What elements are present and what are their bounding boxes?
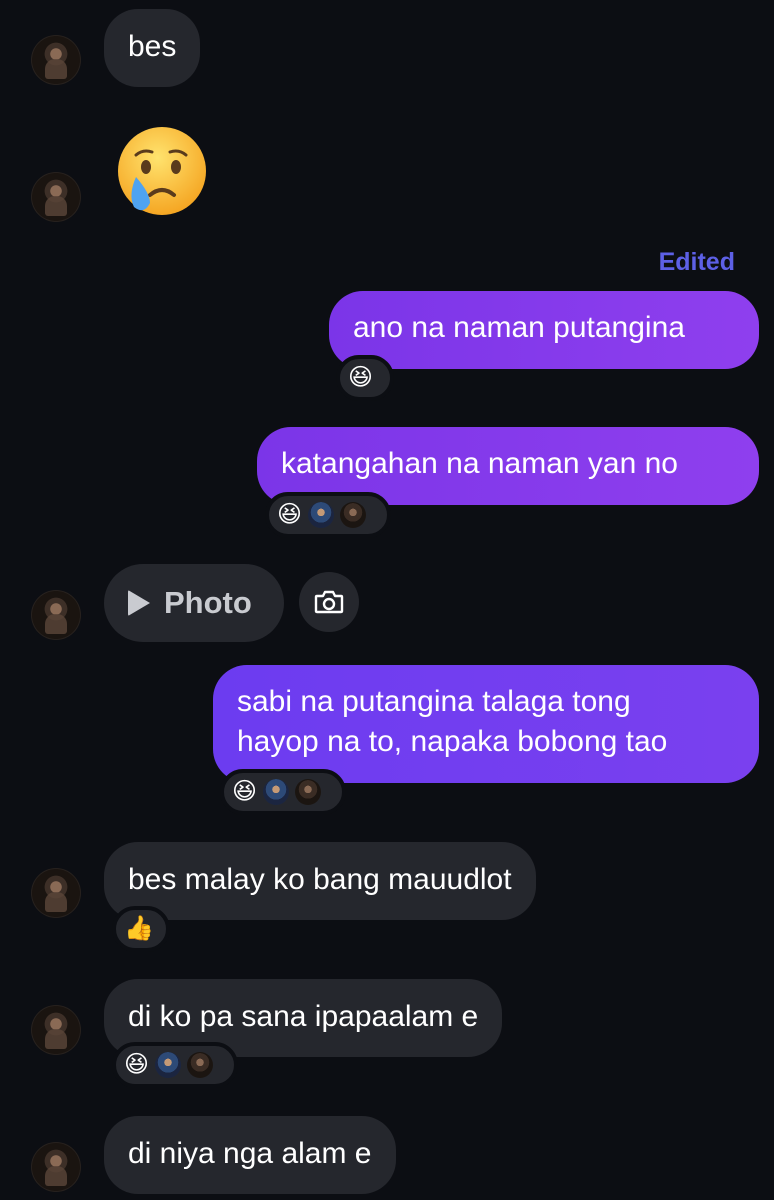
camera-icon	[314, 590, 344, 614]
thumbs-up-reaction-icon: 👍	[124, 915, 154, 942]
incoming-message[interactable]: bes malay ko bang mauudlot	[104, 842, 536, 920]
reactor-avatar	[155, 1052, 182, 1078]
laughing-reaction-icon: 😆	[124, 1051, 150, 1078]
camera-button[interactable]	[299, 572, 359, 632]
sender-avatar[interactable]	[31, 868, 81, 918]
reactor-avatar	[263, 779, 290, 805]
reactor-avatar	[187, 1052, 214, 1078]
photo-message-button[interactable]: Photo	[104, 564, 284, 642]
message-text: di niya nga alam e	[128, 1137, 372, 1170]
sender-avatar[interactable]	[31, 35, 81, 85]
message-text: di ko pa sana ipapaalam e	[128, 1000, 479, 1033]
message-reactions[interactable]: 👍	[112, 906, 170, 952]
play-icon	[128, 590, 150, 616]
message-text: bes	[128, 30, 177, 63]
photo-label: Photo	[164, 585, 252, 620]
sender-avatar[interactable]	[31, 1005, 81, 1055]
message-text: bes malay ko bang mauudlot	[128, 863, 512, 896]
message-text: katangahan na naman yan no	[281, 447, 678, 480]
message-text-line: hayop na to, napaka bobong tao	[237, 725, 668, 758]
outgoing-message[interactable]: sabi na putangina talaga tong hayop na t…	[213, 665, 759, 783]
incoming-message[interactable]: di niya nga alam e	[104, 1116, 396, 1194]
message-reactions[interactable]: 😆	[112, 1042, 238, 1088]
message-reactions[interactable]: 😆	[220, 769, 346, 815]
sender-avatar[interactable]	[31, 1142, 81, 1192]
laughing-reaction-icon: 😆	[232, 778, 258, 805]
outgoing-message[interactable]: ano na naman putangina	[329, 291, 759, 369]
message-reactions[interactable]: 😆	[336, 355, 394, 401]
laughing-reaction-icon: 😆	[277, 501, 303, 528]
sender-avatar[interactable]	[31, 590, 81, 640]
edited-label: Edited	[658, 248, 735, 276]
crying-face-icon[interactable]	[112, 125, 208, 221]
reactor-avatar	[308, 502, 335, 528]
message-reactions[interactable]: 😆	[265, 492, 391, 538]
message-text: ano na naman putangina	[353, 311, 685, 344]
reactor-avatar	[340, 502, 367, 528]
reactor-avatar	[295, 779, 322, 805]
sender-avatar[interactable]	[31, 172, 81, 222]
incoming-message[interactable]: bes	[104, 9, 201, 87]
message-text-line: sabi na putangina talaga tong	[237, 685, 631, 718]
laughing-reaction-icon: 😆	[348, 364, 374, 391]
